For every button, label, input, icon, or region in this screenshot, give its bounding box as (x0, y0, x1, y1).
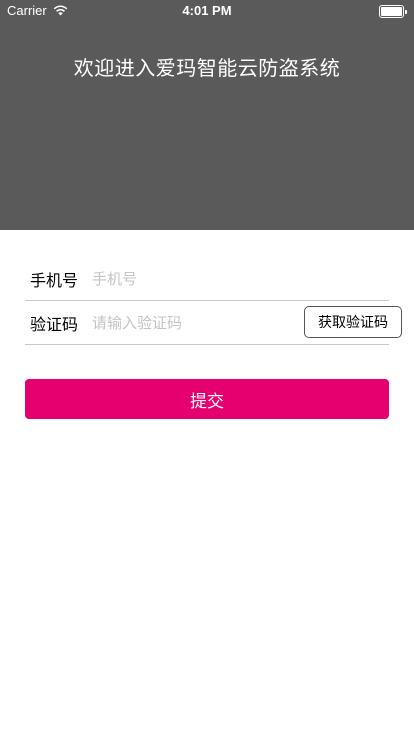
code-label: 验证码 (30, 315, 79, 334)
phone-row: 手机号 (25, 258, 389, 301)
submit-button[interactable]: 提交 (25, 379, 389, 419)
phone-label: 手机号 (30, 271, 79, 290)
phone-input[interactable] (92, 270, 389, 288)
welcome-title: 欢迎进入爱玛智能云防盗系统 (73, 56, 341, 80)
header-banner: Carrier 4:01 PM 欢迎进入爱玛智能云防盗系统 (0, 0, 414, 230)
status-bar: Carrier 4:01 PM (0, 0, 414, 22)
get-code-button[interactable]: 获取验证码 (304, 306, 402, 338)
status-time: 4:01 PM (182, 3, 232, 18)
battery-icon (379, 5, 407, 18)
